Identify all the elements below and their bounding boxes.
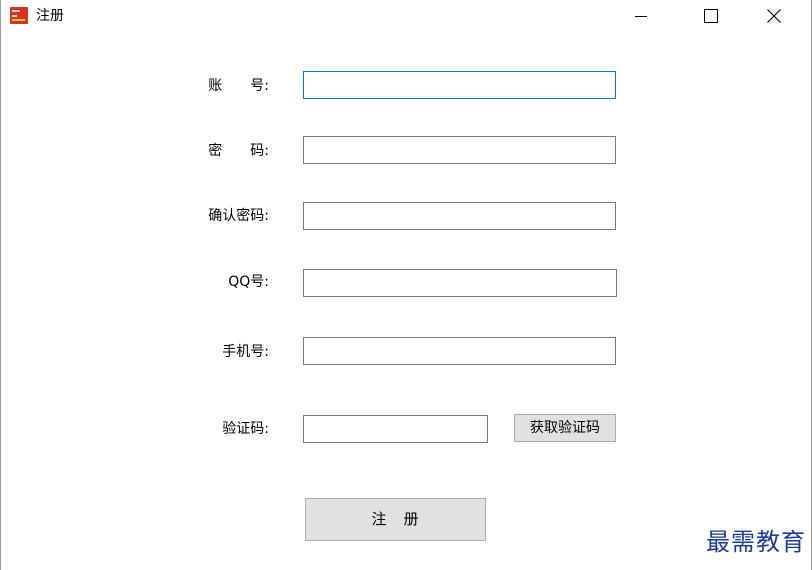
qq-input[interactable] (303, 269, 617, 297)
get-verification-code-button[interactable]: 获取验证码 (514, 414, 616, 442)
maximize-icon (704, 9, 718, 23)
watermark-text: 最需教育 (706, 528, 806, 556)
confirm-password-label: 确认密码: (208, 208, 269, 224)
minimize-button[interactable] (618, 0, 664, 32)
close-icon (767, 9, 781, 23)
minimize-icon (635, 16, 647, 17)
register-window: 注册 账 号: 密 码: 确认密码: QQ号: 手机号: 验证码: 获取验证码 … (0, 0, 812, 570)
account-label: 账 号: (208, 78, 269, 94)
phone-input[interactable] (303, 337, 616, 365)
account-input[interactable] (303, 71, 616, 99)
close-button[interactable] (751, 0, 797, 32)
verification-code-input[interactable] (303, 415, 488, 443)
app-icon (10, 7, 28, 24)
qq-label: QQ号: (228, 274, 269, 290)
phone-label: 手机号: (222, 344, 269, 360)
password-input[interactable] (303, 136, 616, 164)
title-bar[interactable]: 注册 (1, 0, 812, 32)
password-label: 密 码: (208, 143, 269, 159)
register-button[interactable]: 注 册 (305, 498, 486, 541)
verification-code-label: 验证码: (222, 421, 269, 437)
confirm-password-input[interactable] (303, 202, 616, 230)
maximize-button[interactable] (688, 0, 734, 32)
window-title: 注册 (36, 8, 64, 24)
